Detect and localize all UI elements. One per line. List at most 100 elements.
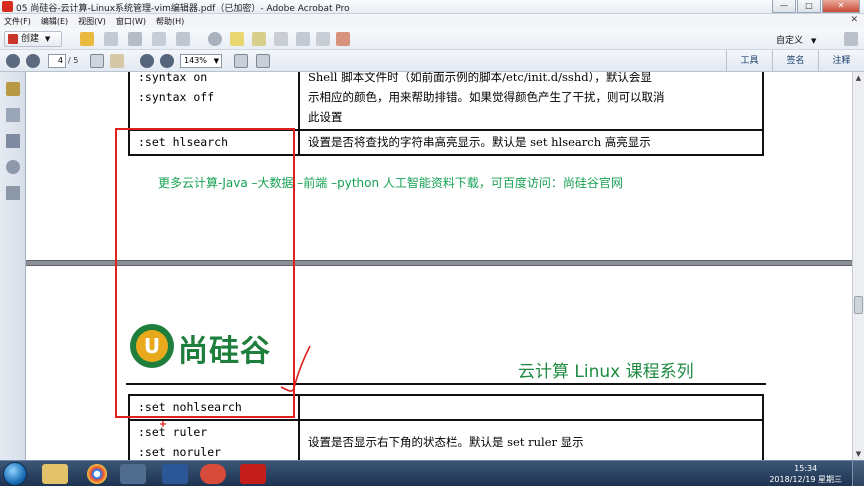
menu-view[interactable]: 视图(V) [78, 16, 106, 27]
description-text: 示相应的颜色，用来帮助排错。如果觉得颜色产生了干扰，则可以取消 [308, 90, 665, 104]
scroll-up-button[interactable]: ▲ [853, 72, 864, 84]
save-icon[interactable] [104, 32, 118, 46]
acrobat-icon[interactable] [240, 464, 266, 484]
windows-taskbar: 15:34 2018/12/19 星期三 [0, 460, 864, 486]
clock-time: 15:34 [794, 464, 818, 473]
previous-page-icon[interactable] [6, 54, 20, 68]
chevron-down-icon: ▼ [44, 35, 51, 43]
tab-comment[interactable]: 注释 [818, 50, 864, 72]
vmware-icon[interactable] [120, 464, 146, 484]
lock-icon[interactable] [6, 82, 20, 96]
expand-icon[interactable] [844, 32, 858, 46]
vim-settings-table-bottom: :set nohlsearch :set ruler :set noruler … [128, 394, 764, 460]
maximize-button[interactable]: □ [797, 0, 821, 13]
customize-dropdown[interactable]: 自定义 ▼ [776, 33, 816, 46]
show-desktop-button[interactable] [852, 461, 864, 486]
table-row: :set hlsearch 设置是否将查找的字符串高亮显示。默认是 set hl… [128, 129, 764, 156]
command-cell: :syntax on :syntax off [128, 72, 300, 131]
gear-icon[interactable] [208, 32, 222, 46]
system-clock[interactable]: 15:34 2018/12/19 星期三 [769, 463, 842, 485]
main-toolbar: 创建 ▼ 自定义 ▼ [0, 28, 864, 50]
command-text: :set noruler [138, 445, 222, 459]
page-total: / 5 [68, 56, 79, 65]
menu-file[interactable]: 文件(F) [4, 16, 31, 27]
command-text: :syntax on [138, 72, 208, 84]
pages-icon[interactable] [6, 108, 20, 122]
command-cell: :set nohlsearch [128, 394, 300, 421]
menu-help[interactable]: 帮助(H) [156, 16, 184, 27]
minimize-button[interactable]: — [772, 0, 796, 13]
acrobat-app-icon[interactable] [2, 1, 13, 12]
start-button[interactable] [3, 462, 27, 486]
create-button[interactable]: 创建 ▼ [4, 31, 62, 47]
email-icon[interactable] [176, 32, 190, 46]
stamp-icon[interactable] [296, 32, 310, 46]
company-logo: U 尚硅谷 [128, 322, 298, 372]
zoom-level-value: 143% [184, 56, 207, 65]
file-explorer-icon[interactable] [42, 464, 68, 484]
tab-tools[interactable]: 工具 [726, 50, 772, 72]
menu-window[interactable]: 窗口(W) [116, 16, 146, 27]
command-text: :syntax off [138, 90, 215, 104]
cloud-icon[interactable] [152, 32, 166, 46]
edit-pdf-icon[interactable] [336, 32, 350, 46]
command-cell: :set hlsearch [128, 129, 300, 156]
logo-wordmark: 尚硅谷 [178, 334, 271, 369]
attachment-icon[interactable] [6, 160, 20, 174]
chevron-down-icon: ▼ [811, 37, 817, 45]
print-icon[interactable] [128, 32, 142, 46]
navigation-pane [0, 72, 26, 460]
close-document-button[interactable]: ✕ [850, 15, 858, 25]
header-rule [126, 383, 766, 385]
command-text: :set hlsearch [138, 135, 229, 149]
description-text: 设置是否显示右下角的状态栏。默认是 set ruler 显示 [308, 435, 584, 449]
close-button[interactable]: ✕ [822, 0, 860, 13]
page-separator [26, 260, 852, 266]
word-icon[interactable] [162, 464, 188, 484]
task-pane-tabs: 工具 签名 注释 [726, 50, 864, 72]
vertical-scrollbar[interactable]: ▲ ▼ [852, 72, 864, 460]
zoom-level-input[interactable]: 143% ▼ [180, 54, 222, 68]
fit-width-icon[interactable] [256, 54, 270, 68]
logo-letter: U [144, 334, 160, 358]
command-cell: :set ruler :set noruler [128, 419, 300, 460]
menu-edit[interactable]: 编辑(E) [41, 16, 68, 27]
form-icon[interactable] [316, 32, 330, 46]
title-bar: 05 尚硅谷-云计算-Linux系统管理-vim编辑器.pdf（已加密）- Ad… [0, 0, 864, 14]
vim-settings-table-top: :syntax on :syntax off Shell 脚本文件时（如前面示例… [128, 72, 764, 156]
highlight-icon[interactable] [252, 32, 266, 46]
zoom-out-icon[interactable] [140, 54, 154, 68]
description-cell [298, 394, 764, 421]
create-pdf-icon [8, 34, 18, 44]
course-series-title: 云计算 Linux 课程系列 [518, 362, 694, 382]
description-cell: 设置是否将查找的字符串高亮显示。默认是 set hlsearch 高亮显示 [298, 129, 764, 156]
scroll-thumb[interactable] [854, 296, 863, 314]
next-page-icon[interactable] [26, 54, 40, 68]
screen-recorder-icon[interactable] [200, 464, 226, 484]
command-text: :set nohlsearch [138, 400, 242, 414]
scroll-down-button[interactable]: ▼ [853, 448, 864, 460]
window-controls: — □ ✕ [772, 0, 860, 13]
description-text: Shell 脚本文件时（如前面示例的脚本/etc/init.d/sshd），默认… [308, 72, 652, 84]
signature-icon[interactable] [6, 186, 20, 200]
chrome-icon[interactable] [87, 464, 107, 484]
command-text: :set ruler [138, 425, 208, 439]
tab-sign[interactable]: 签名 [772, 50, 818, 72]
hand-tool-icon[interactable] [110, 54, 124, 68]
window-title: 05 尚硅谷-云计算-Linux系统管理-vim编辑器.pdf（已加密）- Ad… [16, 4, 350, 14]
document-viewport[interactable]: :syntax on :syntax off Shell 脚本文件时（如前面示例… [26, 72, 852, 460]
promo-text: 更多云计算-Java –大数据 –前端 –python 人工智能资料下载，可百度… [158, 176, 623, 190]
description-text: 此设置 [308, 110, 343, 124]
fit-page-icon[interactable] [234, 54, 248, 68]
bookmark-icon[interactable] [6, 134, 20, 148]
open-folder-icon[interactable] [80, 32, 94, 46]
zoom-in-icon[interactable] [160, 54, 174, 68]
customize-label: 自定义 [776, 36, 804, 46]
attach-icon[interactable] [274, 32, 288, 46]
table-row: :syntax on :syntax off Shell 脚本文件时（如前面示例… [128, 72, 764, 131]
clock-date: 2018/12/19 星期三 [769, 475, 842, 484]
page-number-input[interactable]: 4 [48, 54, 66, 68]
red-highlight-box [115, 128, 295, 418]
select-tool-icon[interactable] [90, 54, 104, 68]
comment-icon[interactable] [230, 32, 244, 46]
